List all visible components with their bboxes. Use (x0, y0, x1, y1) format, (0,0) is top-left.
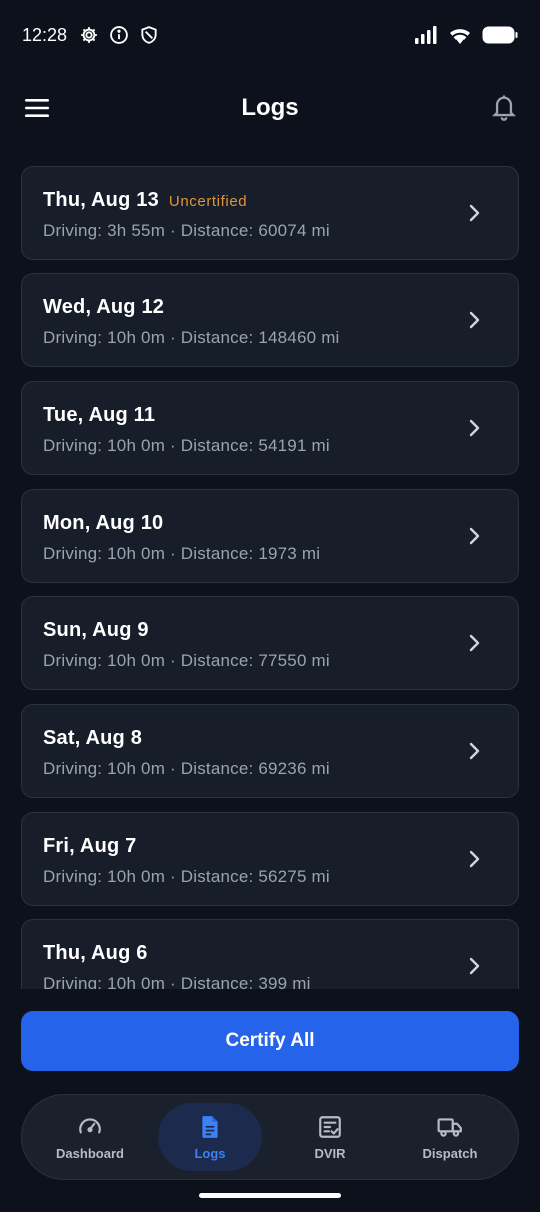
nav-label: Dashboard (56, 1145, 124, 1161)
log-card[interactable]: Sat, Aug 8 Driving: 10h 0m · Distance: 6… (21, 704, 519, 798)
home-indicator[interactable] (199, 1193, 341, 1198)
log-details: Driving: 10h 0m · Distance: 56275 mi (43, 867, 330, 886)
chevron-right-icon (469, 419, 480, 437)
nav-item-logs[interactable]: Logs (158, 1103, 262, 1171)
log-date: Mon, Aug 10 (43, 512, 164, 534)
log-date: Thu, Aug 13 (43, 189, 159, 211)
chevron-right-icon (469, 527, 480, 545)
log-details: Driving: 3h 55m · Distance: 60074 mi (43, 221, 330, 240)
app-header: Logs (0, 78, 540, 138)
nav-item-dvir[interactable]: DVIR (278, 1103, 382, 1171)
status-bar: 12:28 (0, 0, 540, 70)
chevron-right-icon (469, 742, 480, 760)
log-date-row: Thu, Aug 13 Uncertified (43, 189, 247, 212)
log-details: Driving: 10h 0m · Distance: 77550 mi (43, 651, 330, 670)
log-card[interactable]: Thu, Aug 6 Driving: 10h 0m · Distance: 3… (21, 919, 519, 989)
status-time: 12:28 (22, 24, 68, 45)
bottom-nav: Dashboard Logs DVIR Dispatch (21, 1094, 519, 1180)
log-date: Wed, Aug 12 (43, 296, 165, 318)
speedometer-icon (79, 1117, 101, 1133)
chevron-right-icon (469, 634, 480, 652)
page-title: Logs (241, 94, 299, 121)
log-date: Thu, Aug 6 (43, 942, 148, 964)
log-details: Driving: 10h 0m · Distance: 54191 mi (43, 436, 330, 455)
log-card[interactable]: Mon, Aug 10 Driving: 10h 0m · Distance: … (21, 489, 519, 583)
log-card[interactable]: Tue, Aug 11 Driving: 10h 0m · Distance: … (21, 381, 519, 475)
nav-label: DVIR (314, 1145, 346, 1161)
wifi-icon (448, 26, 472, 44)
nav-item-dashboard[interactable]: Dashboard (38, 1103, 142, 1171)
battery-icon (482, 26, 518, 44)
chevron-right-icon (469, 311, 480, 329)
hamburger-menu-icon[interactable] (22, 94, 52, 122)
status-right-icons (414, 26, 518, 44)
shield-icon (139, 25, 159, 45)
uncertified-badge: Uncertified (168, 193, 248, 210)
log-details: Driving: 10h 0m · Distance: 1973 mi (43, 544, 321, 563)
log-card[interactable]: Sun, Aug 9 Driving: 10h 0m · Distance: 7… (21, 596, 519, 690)
truck-icon (437, 1117, 462, 1137)
nav-label: Dispatch (422, 1145, 478, 1161)
nav-label: Logs (194, 1145, 226, 1161)
signal-icon (414, 26, 438, 44)
chevron-right-icon (469, 957, 480, 975)
log-date: Tue, Aug 11 (43, 404, 156, 426)
status-left-icons (79, 25, 159, 45)
log-card[interactable]: Wed, Aug 12 Driving: 10h 0m · Distance: … (21, 273, 519, 367)
log-details: Driving: 10h 0m · Distance: 69236 mi (43, 759, 330, 778)
certify-all-button[interactable]: Certify All (21, 1011, 519, 1071)
bell-icon[interactable] (490, 92, 518, 122)
log-details: Driving: 10h 0m · Distance: 399 mi (43, 974, 311, 989)
gear-icon (79, 25, 99, 45)
chevron-right-icon (469, 850, 480, 868)
log-list[interactable]: Thu, Aug 13 Uncertified Driving: 3h 55m ·… (0, 166, 540, 989)
chevron-right-icon (469, 204, 480, 222)
info-icon (109, 25, 129, 45)
log-date: Sat, Aug 8 (43, 727, 143, 749)
document-icon (202, 1115, 218, 1138)
nav-item-dispatch[interactable]: Dispatch (398, 1103, 502, 1171)
log-details: Driving: 10h 0m · Distance: 148460 mi (43, 328, 340, 347)
log-card[interactable]: Thu, Aug 13 Uncertified Driving: 3h 55m ·… (21, 166, 519, 260)
log-date: Fri, Aug 7 (43, 835, 137, 857)
checklist-icon (319, 1115, 341, 1138)
log-card[interactable]: Fri, Aug 7 Driving: 10h 0m · Distance: 5… (21, 812, 519, 906)
log-date: Sun, Aug 9 (43, 619, 149, 641)
